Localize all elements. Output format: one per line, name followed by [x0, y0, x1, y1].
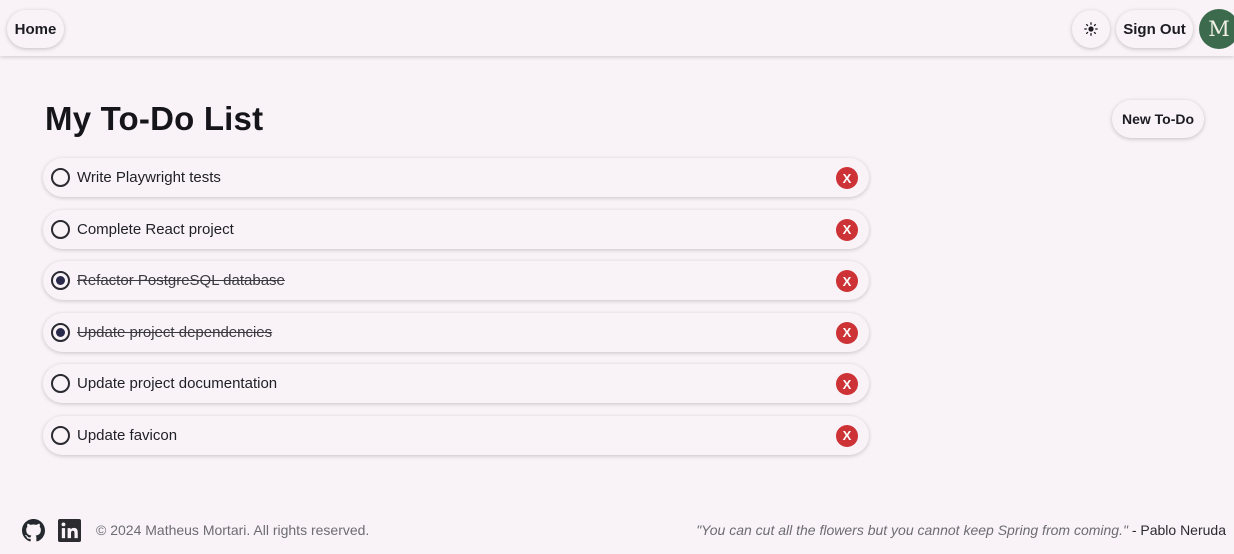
todo-label: Update favicon [77, 426, 178, 444]
todo-item: Update project dependencies X [43, 312, 869, 352]
todo-label: Write Playwright tests [77, 169, 221, 186]
copyright-text: © 2024 Matheus Mortari. All rights reser… [96, 522, 370, 538]
todo-item: Refactor PostgreSQL database X [43, 261, 869, 300]
todo-checkbox[interactable] [51, 322, 70, 342]
delete-todo-button[interactable]: X [836, 270, 858, 292]
todo-checkbox[interactable] [51, 271, 70, 290]
linkedin-icon[interactable] [58, 519, 81, 542]
home-button[interactable]: Home [7, 10, 64, 48]
todo-list: Write Playwright tests X Complete React … [43, 158, 869, 467]
todo-item: Write Playwright tests X [43, 158, 869, 197]
todo-item: Complete React project X [43, 209, 869, 249]
delete-todo-button[interactable]: X [836, 424, 858, 447]
todo-checkbox[interactable] [51, 374, 70, 393]
quote-text: "You can cut all the flowers but you can… [696, 522, 1128, 538]
todo-label: Update project documentation [77, 375, 278, 392]
todo-checkbox[interactable] [51, 219, 70, 239]
delete-todo-button[interactable]: X [836, 167, 858, 189]
todo-item: Update project documentation X [43, 364, 869, 403]
todo-label: Refactor PostgreSQL database [77, 272, 285, 289]
todo-item: Update favicon X [43, 415, 869, 455]
todo-checkbox[interactable] [51, 168, 70, 187]
todo-label: Complete React project [77, 220, 234, 238]
github-icon[interactable] [22, 519, 45, 542]
delete-todo-button[interactable]: X [836, 218, 858, 241]
user-avatar[interactable]: M [1199, 9, 1234, 49]
delete-todo-button[interactable]: X [836, 373, 858, 395]
theme-toggle-button[interactable] [1072, 10, 1110, 48]
quote-author: - Pablo Neruda [1127, 522, 1226, 538]
todo-checkbox[interactable] [51, 425, 70, 445]
todo-label: Update project dependencies [77, 323, 273, 341]
top-navbar: Home Sign Out M [0, 0, 1234, 56]
new-todo-button[interactable]: New To-Do [1112, 100, 1204, 138]
sun-icon [1084, 22, 1098, 36]
delete-todo-button[interactable]: X [836, 321, 858, 344]
footer-quote: "You can cut all the flowers but you can… [696, 522, 1226, 538]
sign-out-button[interactable]: Sign Out [1116, 10, 1193, 48]
page-title: My To-Do List [45, 100, 264, 137]
